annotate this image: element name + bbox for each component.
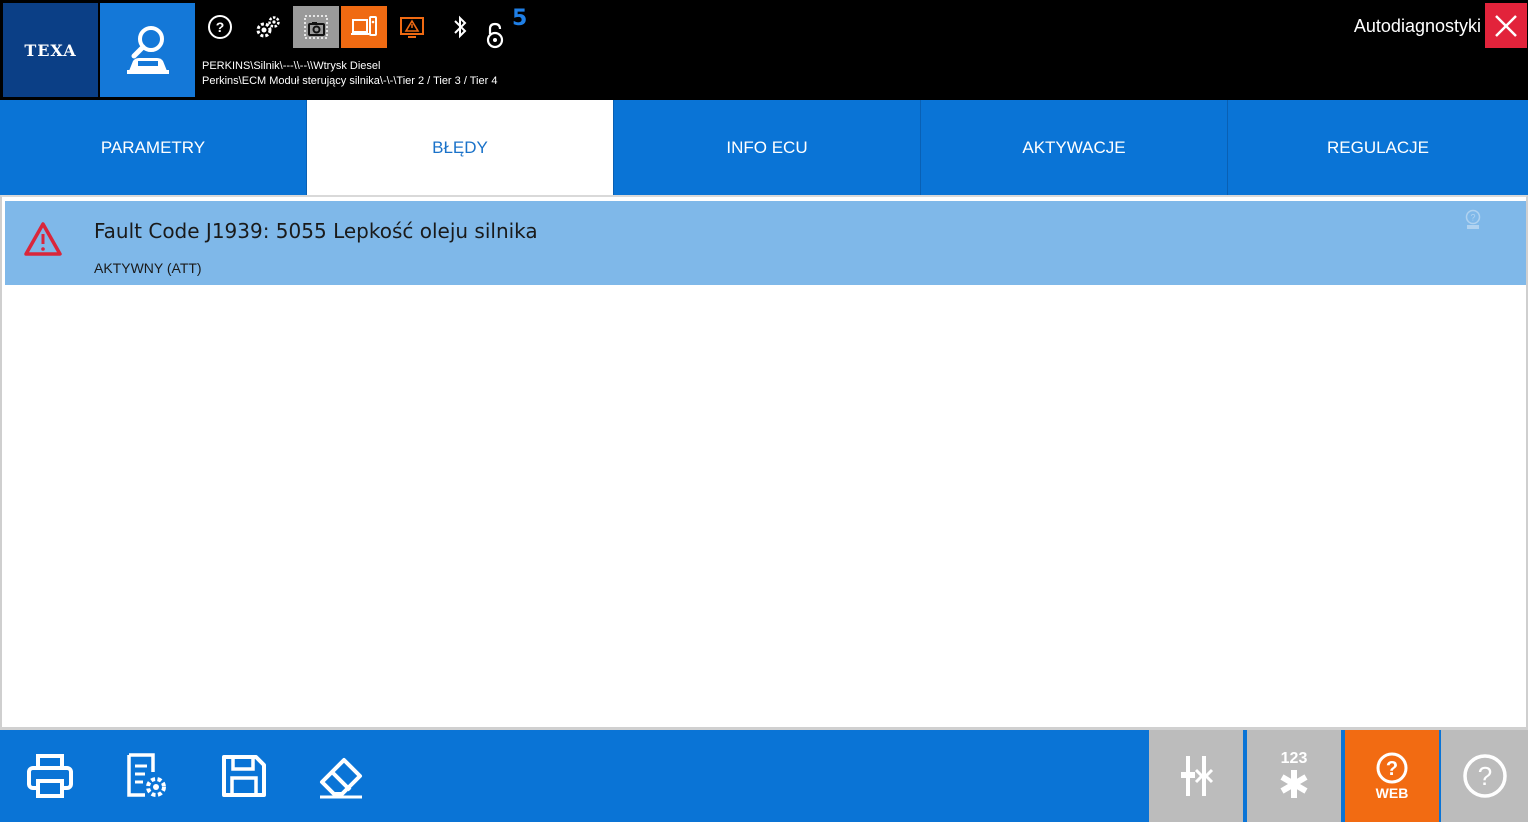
warning-triangle-icon	[24, 222, 62, 256]
web-question-icon: ?	[1376, 752, 1408, 784]
help-button[interactable]: ?	[197, 6, 243, 48]
fault-list: Fault Code J1939: 5055 Lepkość oleju sil…	[0, 195, 1528, 730]
save-button[interactable]	[196, 730, 292, 822]
close-icon	[1495, 14, 1517, 37]
screenshot-icon	[304, 15, 328, 39]
tab-bledy[interactable]: BŁĘDY	[307, 100, 614, 195]
connection-count-badge: 5	[512, 6, 528, 31]
erase-icon	[320, 758, 362, 799]
report-settings-button[interactable]	[98, 730, 194, 822]
fault-code-count-button[interactable]: 123	[1247, 730, 1341, 822]
vehicle-search-icon	[126, 26, 169, 74]
web-help-icon[interactable]: ?	[1464, 209, 1482, 231]
settings-doc-icon	[127, 753, 166, 797]
print-button[interactable]	[2, 730, 98, 822]
warning-icon	[400, 17, 424, 38]
tab-label: BŁĘDY	[432, 137, 488, 157]
filter-sliders-icon	[1181, 756, 1214, 796]
settings-button[interactable]	[245, 6, 291, 48]
vehicle-path-line2: Perkins\ECM Moduł sterujący silnika\-\-\…	[202, 75, 498, 87]
device-button[interactable]	[341, 6, 387, 48]
svg-text:?: ?	[1470, 213, 1475, 223]
tab-label: REGULACJE	[1326, 137, 1430, 157]
tab-label: INFO ECU	[726, 137, 808, 157]
save-icon	[222, 755, 266, 797]
help-bottom-button[interactable]: ?	[1441, 730, 1528, 822]
counter-label: 123	[1280, 750, 1308, 767]
fault-status: AKTYWNY (ATT)	[94, 260, 202, 276]
asterisk-icon	[1280, 770, 1308, 798]
settings-icon	[256, 16, 280, 38]
warning-button[interactable]	[389, 6, 435, 48]
svg-text:?: ?	[1477, 761, 1491, 791]
fault-row[interactable]: Fault Code J1939: 5055 Lepkość oleju sil…	[5, 201, 1526, 285]
close-button[interactable]	[1485, 3, 1527, 48]
top-bar: TEXA ? 5 PERKINS\Silnik\---\\--\\Wtrysk …	[0, 0, 1528, 100]
tab-regulacje[interactable]: REGULACJE	[1228, 100, 1528, 195]
tab-label: AKTYWACJE	[1022, 137, 1126, 157]
tab-bar: PARAMETRY BŁĘDY INFO ECU AKTYWACJE REGUL…	[0, 100, 1528, 195]
app-title: Autodiagnostyki	[1353, 16, 1481, 36]
web-help-button[interactable]: ? WEB	[1345, 730, 1439, 822]
filter-button[interactable]	[1149, 730, 1243, 822]
screenshot-button[interactable]	[293, 6, 339, 48]
tab-label: PARAMETRY	[100, 137, 206, 157]
tab-aktywacje[interactable]: AKTYWACJE	[921, 100, 1228, 195]
tab-parametry[interactable]: PARAMETRY	[0, 100, 307, 195]
help-icon: ?	[208, 15, 232, 39]
help-icon: ?	[1462, 754, 1507, 798]
svg-text:?: ?	[216, 19, 225, 35]
lock-icon	[486, 22, 504, 49]
diagnostics-search-button[interactable]	[100, 3, 195, 97]
lock-button[interactable]	[475, 14, 515, 56]
erase-faults-button[interactable]	[294, 730, 390, 822]
texa-logo: TEXA	[3, 3, 98, 97]
vehicle-path-line1: PERKINS\Silnik\---\\--\\Wtrysk Diesel	[202, 60, 381, 72]
logo-text: TEXA	[24, 40, 77, 60]
svg-text:?: ?	[1386, 758, 1398, 780]
print-icon	[27, 754, 73, 798]
web-label: WEB	[1375, 785, 1409, 801]
device-icon	[351, 16, 377, 36]
bluetooth-icon	[454, 15, 467, 39]
fault-title: Fault Code J1939: 5055 Lepkość oleju sil…	[94, 219, 538, 243]
tab-info-ecu[interactable]: INFO ECU	[614, 100, 921, 195]
bottom-toolbar: 123 ? WEB ?	[0, 730, 1528, 822]
